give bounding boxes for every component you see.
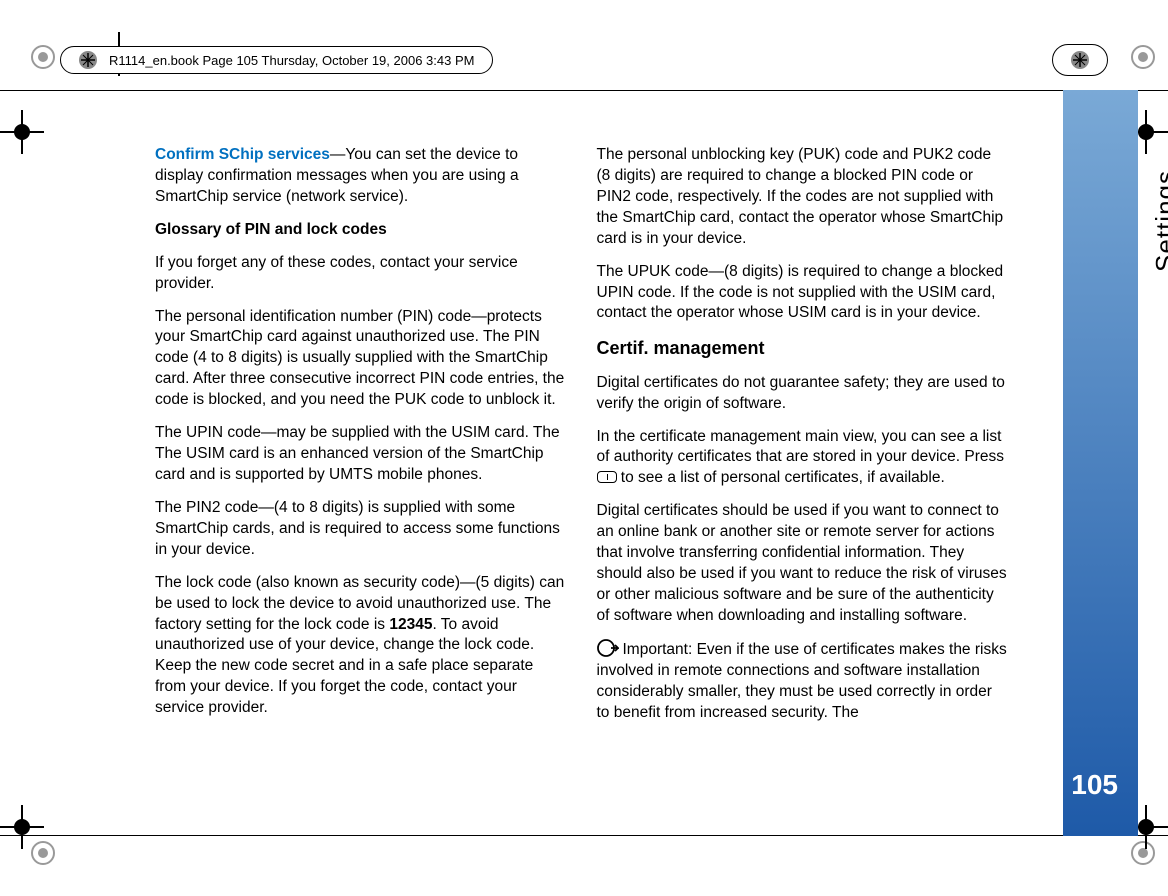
link-term: Confirm SChip services	[155, 146, 330, 163]
side-tab-label: Settings	[1150, 170, 1168, 272]
text: In the certificate management main view,…	[597, 428, 1005, 466]
left-column: Confirm SChip services—You can set the d…	[155, 145, 567, 806]
page-content: Confirm SChip services—You can set the d…	[155, 145, 1008, 806]
crosshair-icon	[0, 108, 46, 156]
paragraph: The lock code (also known as security co…	[155, 573, 567, 719]
header-crosshair-icon	[1071, 51, 1089, 69]
lock-code-value: 12345	[389, 616, 432, 633]
bottom-divider	[0, 835, 1168, 836]
crosshair-icon	[0, 803, 46, 851]
paragraph: The UPUK code—(8 digits) is required to …	[597, 262, 1009, 325]
section-heading: Certif. management	[597, 336, 1009, 360]
paragraph: The PIN2 code—(4 to 8 digits) is supplie…	[155, 498, 567, 561]
header-right-frame	[1052, 44, 1108, 76]
paragraph: In the certificate management main view,…	[597, 427, 1009, 490]
paragraph: Digital certificates do not guarantee sa…	[597, 373, 1009, 415]
paragraph: Digital certificates should be used if y…	[597, 501, 1009, 627]
header-text: R1114_en.book Page 105 Thursday, October…	[109, 53, 474, 68]
paragraph: Important: Even if the use of certificat…	[597, 639, 1009, 724]
paragraph: The UPIN code—may be supplied with the U…	[155, 423, 567, 486]
text: to see a list of personal certificates, …	[617, 469, 945, 486]
registration-mark-icon	[1130, 44, 1156, 70]
side-tab	[1063, 90, 1138, 836]
text: The lock code (also known as security co…	[155, 574, 564, 633]
header-crosshair-icon	[79, 51, 97, 69]
paragraph: The personal identification number (PIN)…	[155, 307, 567, 412]
scroll-key-icon	[597, 471, 617, 483]
text: Important: Even if the use of certificat…	[597, 641, 1007, 721]
registration-mark-icon	[30, 44, 56, 70]
document-header: R1114_en.book Page 105 Thursday, October…	[60, 40, 1108, 80]
right-column: The personal unblocking key (PUK) code a…	[597, 145, 1009, 806]
important-icon	[597, 639, 619, 657]
page-number: 105	[1071, 769, 1118, 801]
top-divider	[0, 90, 1168, 91]
paragraph: If you forget any of these codes, contac…	[155, 253, 567, 295]
paragraph: The personal unblocking key (PUK) code a…	[597, 145, 1009, 250]
glossary-heading: Glossary of PIN and lock codes	[155, 220, 567, 241]
paragraph: Confirm SChip services—You can set the d…	[155, 145, 567, 208]
header-frame: R1114_en.book Page 105 Thursday, October…	[60, 46, 493, 74]
